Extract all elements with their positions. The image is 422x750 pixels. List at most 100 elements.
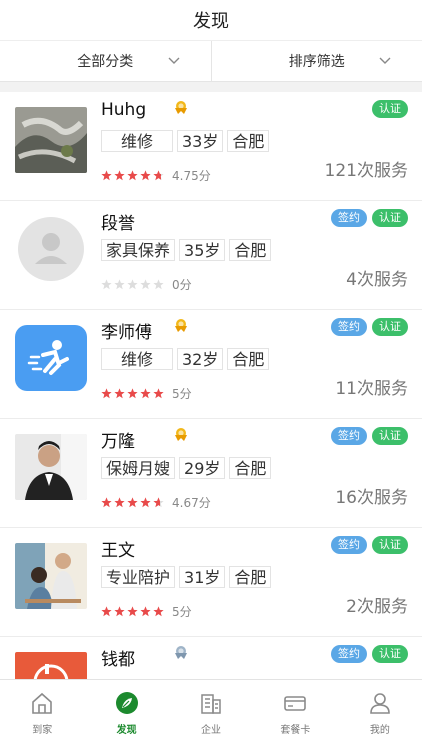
sort-filter[interactable]: 排序筛选 — [210, 41, 422, 81]
certified-badge: 认证 — [372, 427, 408, 445]
city-tag: 合肥 — [227, 130, 270, 152]
star-icon — [127, 606, 138, 617]
star-icon — [153, 497, 164, 508]
star-icon — [153, 388, 164, 399]
category-filter[interactable]: 全部分类 — [0, 41, 211, 81]
worker-name: 李师傅 — [101, 323, 152, 343]
star-icon — [114, 606, 125, 617]
age-tag: 35岁 — [179, 239, 226, 261]
rating-score: 5分 — [172, 387, 192, 401]
service-count: 11次服务 — [335, 379, 408, 399]
worker-name: 段誉 — [101, 214, 135, 234]
category-filter-label: 全部分类 — [77, 54, 134, 70]
tab-card[interactable]: 套餐卡 — [253, 680, 337, 750]
star-icon — [140, 279, 151, 290]
city-tag: 合肥 — [229, 457, 272, 479]
worker-card[interactable]: 王文专业陪护 31岁 合肥 5分 2次服务 签约 认证 — [0, 528, 422, 637]
star-icon — [101, 497, 112, 508]
tab-label: 套餐卡 — [280, 725, 311, 736]
age-tag: 33岁 — [177, 130, 224, 152]
service-count: 4次服务 — [346, 270, 408, 290]
tab-building[interactable]: 企业 — [169, 680, 253, 750]
tab-label: 到家 — [32, 725, 53, 736]
chevron-down-icon — [168, 57, 179, 64]
worker-name: 王文 — [101, 541, 135, 561]
signed-badge: 签约 — [331, 318, 367, 336]
worker-photo — [15, 107, 87, 173]
worker-list: Huhg 维修 33岁 合肥 4.75分 121次服务 认证 段誉 家具保养 35岁 合肥 0分 4次服… — [0, 92, 422, 679]
avatar — [15, 107, 87, 173]
tab-label: 企业 — [201, 725, 222, 736]
worker-photo — [15, 434, 87, 500]
star-icon — [101, 388, 112, 399]
worker-name: 万隆 — [101, 432, 135, 452]
service-count: 121次服务 — [324, 161, 408, 181]
category-tag: 家具保养 — [101, 239, 176, 261]
certified-badge: 认证 — [372, 100, 408, 118]
age-tag: 32岁 — [177, 348, 224, 370]
age-tag: 31岁 — [179, 566, 226, 588]
filter-bar: 全部分类 排序筛选 — [0, 40, 422, 82]
sort-filter-label: 排序筛选 — [288, 54, 345, 70]
worker-tags: 维修 33岁 合肥 — [101, 130, 270, 152]
avatar — [15, 652, 87, 679]
avatar — [15, 325, 87, 391]
avatar — [15, 434, 87, 500]
runner-app-icon — [15, 325, 87, 391]
service-count: 16次服务 — [335, 488, 408, 508]
rating: 4.75分 — [101, 167, 211, 184]
status-badges: 签约 认证 — [331, 209, 408, 227]
user-icon — [370, 693, 390, 714]
worker-card[interactable]: 钱都 签约 认证 — [0, 637, 422, 679]
default-avatar — [15, 216, 87, 282]
status-badges: 签约 认证 — [331, 427, 408, 445]
worker-card[interactable]: 李师傅维修 32岁 合肥 5分 11次服务 签约 认证 — [0, 310, 422, 419]
star-icon — [101, 279, 112, 290]
medal-icon — [175, 428, 187, 441]
rating: 5分 — [101, 603, 192, 620]
worker-tags: 保姆月嫂 29岁 合肥 — [101, 457, 272, 479]
star-icon — [140, 497, 151, 508]
avatar — [15, 216, 87, 282]
tab-bar: 到家 发现 企业 套餐卡 我的 — [0, 679, 422, 750]
status-badges: 认证 — [372, 100, 408, 118]
medal-icon — [175, 646, 187, 659]
page-title: 发现 — [193, 11, 229, 32]
city-tag: 合肥 — [229, 566, 272, 588]
rating: 0分 — [101, 276, 192, 293]
service-count: 2次服务 — [346, 597, 408, 617]
worker-photo — [15, 652, 87, 679]
worker-tags: 维修 32岁 合肥 — [101, 348, 270, 370]
certified-badge: 认证 — [372, 536, 408, 554]
star-icon — [127, 279, 138, 290]
discover-screen: 发现 全部分类 排序筛选 Huhg 维修 33岁 合肥 4.75分 121次服务 认证 段誉家… — [0, 0, 422, 750]
building-icon — [201, 694, 221, 714]
signed-badge: 签约 — [331, 536, 367, 554]
card-icon — [284, 696, 307, 711]
star-icon — [114, 170, 125, 181]
star-icon — [153, 606, 164, 617]
category-tag: 保姆月嫂 — [101, 457, 176, 479]
city-tag: 合肥 — [227, 348, 270, 370]
signed-badge: 签约 — [331, 645, 367, 663]
tab-user[interactable]: 我的 — [338, 680, 422, 750]
worker-card[interactable]: 万隆 保姆月嫂 29岁 合肥 4.67分 16次服务 签约 认证 — [0, 419, 422, 528]
worker-tags: 专业陪护 31岁 合肥 — [101, 566, 272, 588]
certified-badge: 认证 — [372, 645, 408, 663]
tab-discover[interactable]: 发现 — [84, 680, 168, 750]
tab-label: 发现 — [116, 725, 137, 736]
worker-card[interactable]: 段誉 家具保养 35岁 合肥 0分 4次服务 签约 认证 — [0, 201, 422, 310]
rating-score: 5分 — [172, 605, 192, 619]
star-icon — [127, 170, 138, 181]
star-icon — [127, 497, 138, 508]
tab-home[interactable]: 到家 — [0, 680, 84, 750]
medal-icon — [175, 319, 187, 332]
tab-label: 我的 — [369, 725, 390, 736]
rating-score: 0分 — [172, 278, 192, 292]
status-badges: 签约 认证 — [331, 318, 408, 336]
worker-card[interactable]: Huhg 维修 33岁 合肥 4.75分 121次服务 认证 — [0, 92, 422, 201]
medal-icon — [175, 101, 187, 114]
signed-badge: 签约 — [331, 209, 367, 227]
nav-bar: 发现 — [0, 0, 422, 40]
avatar — [15, 543, 87, 609]
